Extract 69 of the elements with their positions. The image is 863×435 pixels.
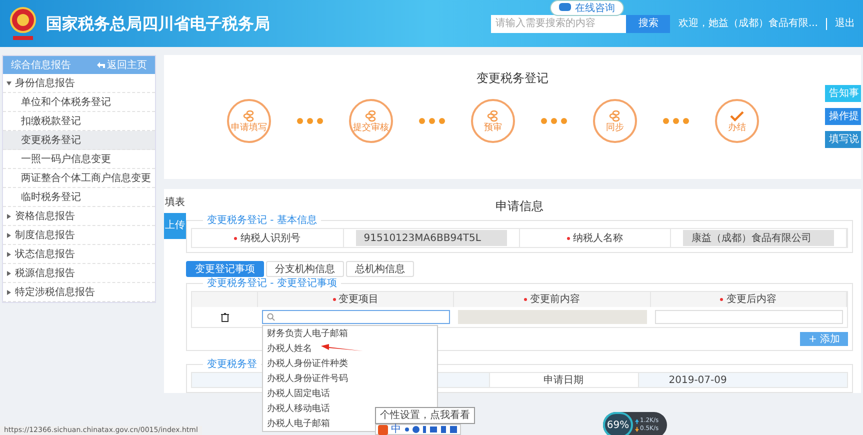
dots-icon — [296, 118, 322, 124]
group-legend: 变更税务登记 - 变更登记事项 — [203, 276, 341, 291]
step-label: 预审 — [484, 123, 502, 132]
sidebar-item[interactable]: 两证整合个体工商户信息变更 — [3, 169, 155, 188]
ime-logo-icon — [378, 424, 388, 434]
column-header: 变更前内容 — [530, 292, 580, 307]
step-label: 办结 — [728, 123, 746, 132]
progress-title: 变更税务登记 — [476, 70, 548, 87]
sidebar-group[interactable]: 状态信息报告 — [15, 246, 75, 262]
field-label: 申请日期 — [488, 373, 639, 387]
bubbles-icon — [364, 110, 378, 122]
sidebar-item[interactable]: 单位和个体税务登记 — [3, 93, 155, 112]
step-label: 申请填写 — [230, 123, 266, 132]
dropdown-option[interactable]: 办税人姓名 — [267, 342, 312, 356]
online-help-badge[interactable]: 在线咨询 — [550, 0, 624, 16]
dropdown-option[interactable]: 办税人移动电话 — [267, 402, 330, 416]
dots-icon — [662, 118, 688, 124]
step-label: 同步 — [606, 123, 624, 132]
sidebar-item[interactable]: 临时税务登记 — [3, 188, 155, 207]
sidebar-group[interactable]: 身份信息报告 — [15, 76, 75, 90]
side-tab[interactable]: 填表 — [164, 195, 186, 211]
group-legend: 变更税务登 — [203, 357, 261, 372]
dropdown-option[interactable]: 办税人电子邮箱 — [267, 416, 330, 430]
sidebar-item[interactable]: 一照一码户信息变更 — [3, 150, 155, 169]
sidebar-item[interactable]: 变更税务登记 — [3, 131, 155, 150]
dropdown-option[interactable]: 办税人固定电话 — [267, 386, 330, 400]
tooltip: 个性设置，点我看看 — [375, 407, 475, 424]
trash-icon[interactable] — [221, 312, 229, 322]
side-button[interactable]: 填写说 — [825, 131, 861, 148]
form-title: 申请信息 — [494, 198, 544, 215]
bubbles-icon — [486, 110, 500, 122]
sidebar-title: 综合信息报告 — [11, 58, 71, 72]
dropdown-option[interactable]: 财务负责人电子邮箱 — [267, 326, 348, 340]
dots-icon — [418, 118, 444, 124]
sidebar-group[interactable]: 资格信息报告 — [15, 208, 75, 224]
ime-tools-icon — [404, 425, 458, 434]
ime-mode-label: 中 — [391, 424, 401, 434]
usage-gauge: 69% — [603, 412, 633, 435]
emblem-icon — [8, 6, 38, 42]
step-label: 提交审核 — [352, 123, 388, 132]
welcome-text: 欢迎，她益（成都）食品有限... — [678, 16, 818, 31]
search-field[interactable]: 请输入需要搜索的内容 — [491, 14, 626, 32]
online-help-label: 在线咨询 — [575, 2, 615, 16]
dropdown-option[interactable]: 办税人身份证件号码 — [267, 372, 348, 386]
search-icon — [267, 313, 275, 321]
check-icon — [728, 110, 744, 122]
site-title: 国家税务总局四川省电子税务局 — [46, 12, 270, 34]
select-search-field[interactable] — [262, 310, 450, 324]
tab[interactable]: 总机构信息 — [346, 261, 414, 277]
sidebar-group[interactable]: 特定涉税信息报告 — [15, 284, 95, 300]
tab[interactable]: 变更登记事项 — [186, 261, 264, 277]
search-button[interactable]: 搜索 — [626, 14, 670, 32]
bubbles-icon — [608, 110, 622, 122]
dots-icon — [540, 118, 566, 124]
download-arrow-icon — [635, 426, 639, 432]
chat-icon — [559, 3, 571, 13]
group-legend: 变更税务登记 - 基本信息 — [203, 213, 321, 228]
after-content-field[interactable] — [654, 310, 843, 324]
tab[interactable]: 分支机构信息 — [266, 261, 344, 277]
sidebar-group[interactable]: 税源信息报告 — [15, 266, 75, 280]
column-header: 变更后内容 — [726, 292, 776, 307]
side-button[interactable]: 操作提 — [825, 108, 861, 125]
bubbles-icon — [242, 110, 256, 122]
return-arrow-icon — [97, 62, 105, 68]
upload-arrow-icon — [635, 418, 639, 424]
field-value: 2019-07-09 — [668, 374, 728, 387]
dropdown-option[interactable]: 办税人身份证件种类 — [267, 356, 348, 370]
sidebar-group[interactable]: 制度信息报告 — [15, 228, 75, 242]
column-header: 变更项目 — [338, 292, 379, 307]
